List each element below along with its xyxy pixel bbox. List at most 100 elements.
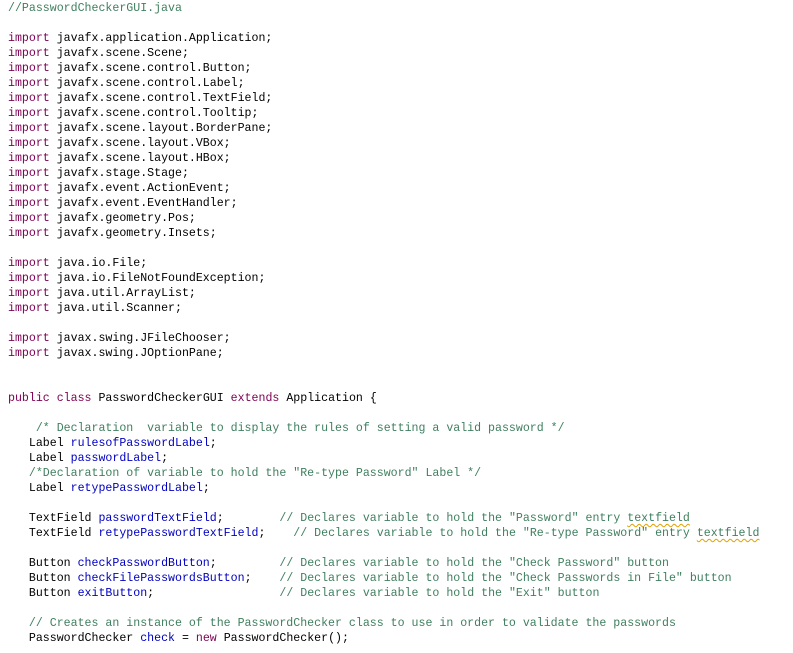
keyword-token: import [8, 302, 50, 315]
code-line[interactable]: import javax.swing.JFileChooser; [8, 331, 759, 346]
field-token: retypePasswordLabel [70, 482, 203, 495]
keyword-token: import [8, 62, 50, 75]
keyword-token: import [8, 92, 50, 105]
code-line[interactable]: import javafx.event.EventHandler; [8, 196, 759, 211]
code-line[interactable]: Button checkFilePasswordsButton; // Decl… [8, 571, 759, 586]
keyword-token: import [8, 107, 50, 120]
code-token: javafx.scene.Scene; [49, 47, 189, 60]
code-line[interactable] [8, 601, 759, 616]
code-token: javafx.scene.layout.BorderPane; [49, 122, 273, 135]
code-line[interactable] [8, 406, 759, 421]
comment-token: // Declares variable to hold the "Check … [279, 572, 732, 585]
code-token: javafx.geometry.Insets; [49, 227, 217, 240]
code-line[interactable]: /*Declaration of variable to hold the "R… [8, 466, 759, 481]
code-line[interactable]: import javafx.event.ActionEvent; [8, 181, 759, 196]
code-line[interactable]: import javafx.scene.Scene; [8, 46, 759, 61]
code-line[interactable]: import javafx.scene.control.Label; [8, 76, 759, 91]
keyword-token: import [8, 227, 50, 240]
code-token: javafx.geometry.Pos; [49, 212, 196, 225]
keyword-token: import [8, 272, 50, 285]
keyword-token: import [8, 167, 50, 180]
code-line[interactable]: Button checkPasswordButton; // Declares … [8, 556, 759, 571]
comment-token: /*Declaration of variable to hold the "R… [8, 467, 482, 480]
code-line[interactable]: //PasswordCheckerGUI.java [8, 1, 759, 16]
code-token: javax.swing.JFileChooser; [49, 332, 231, 345]
code-line[interactable]: import javafx.scene.control.Tooltip; [8, 106, 759, 121]
code-line[interactable] [8, 316, 759, 331]
keyword-token: new [195, 632, 217, 645]
code-line[interactable]: import javafx.geometry.Pos; [8, 211, 759, 226]
code-line[interactable] [8, 241, 759, 256]
code-token: ; [209, 557, 280, 570]
field-token: retypePasswordTextField [98, 527, 259, 540]
code-token: java.io.FileNotFoundException; [49, 272, 266, 285]
code-line[interactable]: import javax.swing.JOptionPane; [8, 346, 759, 361]
code-token: Button [8, 572, 78, 585]
code-token: ; [147, 587, 280, 600]
code-line[interactable]: import javafx.geometry.Insets; [8, 226, 759, 241]
code-line[interactable]: Label passwordLabel; [8, 451, 759, 466]
code-editor[interactable]: //PasswordCheckerGUI.java import javafx.… [8, 0, 759, 646]
code-line[interactable] [8, 16, 759, 31]
code-line[interactable]: import java.io.File; [8, 256, 759, 271]
code-token: java.util.ArrayList; [49, 287, 196, 300]
code-line[interactable] [8, 496, 759, 511]
code-line[interactable]: public class PasswordCheckerGUI extends … [8, 391, 759, 406]
keyword-token: class [56, 392, 92, 405]
code-line[interactable]: PasswordChecker check = new PasswordChec… [8, 631, 759, 646]
code-line[interactable]: import javafx.scene.layout.HBox; [8, 151, 759, 166]
code-token: javafx.application.Application; [49, 32, 273, 45]
keyword-token: extends [230, 392, 280, 405]
code-line[interactable]: TextField passwordTextField; // Declares… [8, 511, 759, 526]
spellcheck-token: textfield [696, 527, 760, 540]
code-line[interactable]: /* Declaration variable to display the r… [8, 421, 759, 436]
keyword-token: import [8, 347, 50, 360]
keyword-token: import [8, 122, 50, 135]
code-line[interactable] [8, 361, 759, 376]
code-line[interactable]: import javafx.scene.control.TextField; [8, 91, 759, 106]
code-token: javafx.scene.layout.HBox; [49, 152, 231, 165]
code-line[interactable]: import javafx.scene.layout.BorderPane; [8, 121, 759, 136]
code-line[interactable]: Button exitButton; // Declares variable … [8, 586, 759, 601]
code-line[interactable]: // Creates an instance of the PasswordCh… [8, 616, 759, 631]
code-token: javafx.scene.control.Label; [49, 77, 245, 90]
code-token: ; [216, 512, 280, 525]
code-token: ; [161, 452, 169, 465]
code-line[interactable]: import javafx.application.Application; [8, 31, 759, 46]
keyword-token: import [8, 197, 50, 210]
code-line[interactable]: import javafx.stage.Stage; [8, 166, 759, 181]
comment-token: // Creates an instance of the PasswordCh… [8, 617, 676, 630]
code-line[interactable]: Label rulesofPasswordLabel; [8, 436, 759, 451]
code-token: TextField [8, 527, 99, 540]
code-line[interactable]: import javafx.scene.control.Button; [8, 61, 759, 76]
keyword-token: import [8, 332, 50, 345]
code-token: javafx.event.ActionEvent; [49, 182, 231, 195]
code-token: javafx.event.EventHandler; [49, 197, 238, 210]
code-token: PasswordChecker [8, 632, 141, 645]
code-line[interactable]: Label retypePasswordLabel; [8, 481, 759, 496]
code-token: Label [8, 482, 71, 495]
field-token: rulesofPasswordLabel [70, 437, 210, 450]
code-token: Application { [279, 392, 377, 405]
code-line[interactable]: import java.util.Scanner; [8, 301, 759, 316]
keyword-token: import [8, 32, 50, 45]
comment-token: //PasswordCheckerGUI.java [8, 2, 182, 15]
code-line[interactable]: TextField retypePasswordTextField; // De… [8, 526, 760, 541]
code-token: ; [209, 437, 217, 450]
code-line[interactable] [8, 376, 759, 391]
code-line[interactable] [8, 541, 759, 556]
field-token: checkPasswordButton [77, 557, 210, 570]
code-token: PasswordChecker(); [216, 632, 349, 645]
keyword-token: import [8, 152, 50, 165]
code-line[interactable]: import java.io.FileNotFoundException; [8, 271, 759, 286]
field-token: check [140, 632, 175, 645]
code-token: TextField [8, 512, 99, 525]
code-token: Label [8, 452, 71, 465]
code-token: javafx.scene.layout.VBox; [49, 137, 231, 150]
comment-token: // Declares variable to hold the "Check … [279, 557, 669, 570]
code-line[interactable]: import java.util.ArrayList; [8, 286, 759, 301]
code-token: java.util.Scanner; [49, 302, 182, 315]
code-line[interactable]: import javafx.scene.layout.VBox; [8, 136, 759, 151]
code-token: ; [202, 482, 210, 495]
